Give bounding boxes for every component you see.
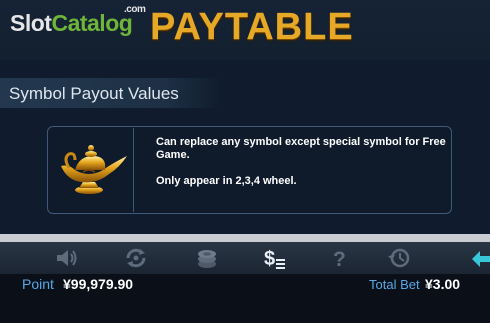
- bet-chips-icon[interactable]: [194, 246, 220, 270]
- section-title: Symbol Payout Values: [9, 84, 179, 103]
- logo-slot-text: Slot: [10, 10, 52, 36]
- total-bet-value: ¥3.00: [425, 276, 461, 292]
- symbol-wheel-note: Only appear in 2,3,4 wheel.: [156, 175, 297, 187]
- magic-lamp-icon: [49, 128, 134, 212]
- svg-text:$: $: [264, 248, 275, 270]
- help-icon[interactable]: ?: [327, 246, 353, 271]
- back-icon[interactable]: [470, 246, 490, 270]
- point-label: Point: [22, 276, 54, 292]
- svg-text:?: ?: [333, 248, 346, 270]
- sound-icon[interactable]: [53, 246, 79, 270]
- logo-com-text: .com: [124, 4, 146, 15]
- content-divider: [0, 234, 490, 242]
- point-value: ¥99,979.90: [63, 276, 134, 292]
- page-title: PAYTABLE: [150, 6, 354, 48]
- symbol-description: Can replace any symbol except special sy…: [156, 136, 446, 161]
- slotcatalog-logo: SlotCatalog .com: [10, 4, 146, 37]
- history-icon[interactable]: [386, 246, 412, 270]
- paytable-icon[interactable]: $: [262, 246, 288, 270]
- logo-catalog-text: Catalog: [51, 10, 133, 36]
- autoplay-icon[interactable]: [123, 246, 149, 270]
- total-bet-label: Total Bet: [369, 277, 420, 292]
